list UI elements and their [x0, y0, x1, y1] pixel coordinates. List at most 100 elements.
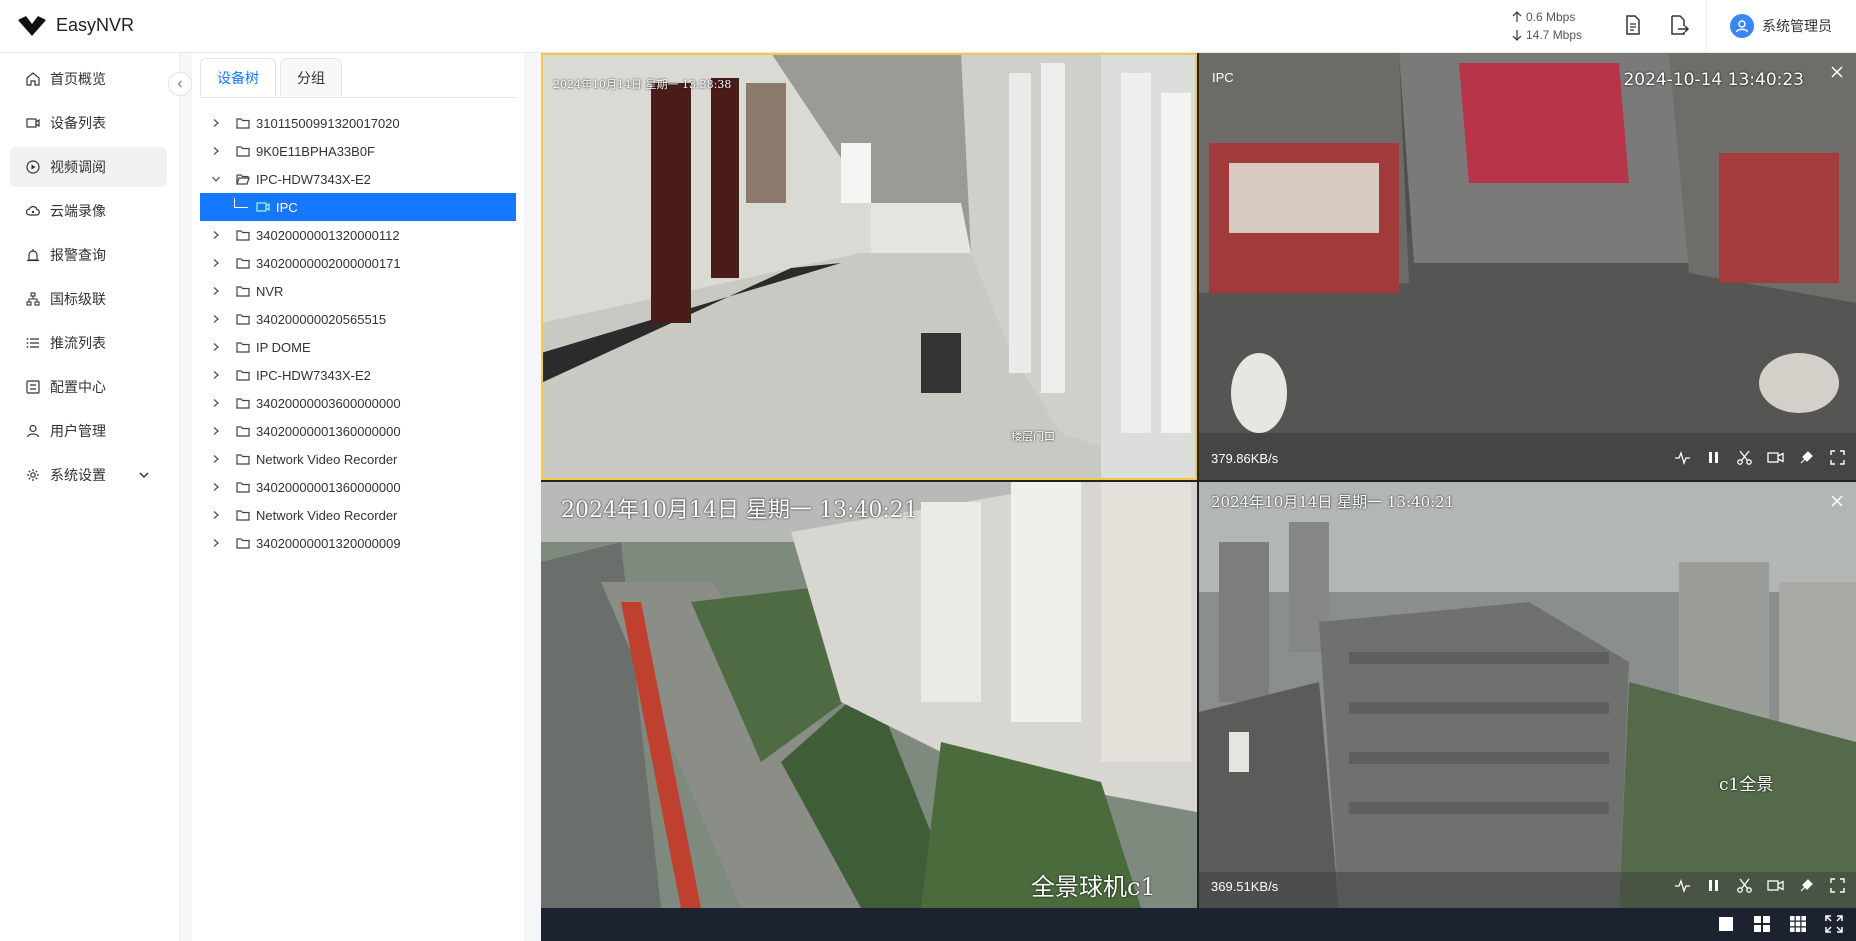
sidebar-item-label: 用户管理 [50, 423, 106, 439]
tree-node-label: NVR [256, 283, 284, 299]
tree-node-label: IPC-HDW7343X-E2 [256, 171, 371, 187]
alarm-icon [27, 249, 39, 262]
chevron-right-icon[interactable] [204, 482, 228, 492]
tree-node[interactable]: 34020000001320000112 [200, 221, 516, 249]
chevron-right-icon[interactable] [204, 314, 228, 324]
tree-node[interactable]: 340200000020565515 [200, 305, 516, 333]
chevron-right-icon[interactable] [204, 118, 228, 128]
video-frame-street [541, 482, 1197, 908]
chevron-right-icon[interactable] [204, 426, 228, 436]
folder-icon [236, 146, 250, 157]
ptz-icon[interactable] [1798, 449, 1815, 466]
document-icon[interactable] [1622, 14, 1644, 36]
folder-icon [236, 314, 250, 325]
record-video-icon[interactable] [1767, 449, 1784, 466]
device-tree-panel: 设备树 分组 31011500991320017020 9K0E11BPHA33… [192, 53, 524, 941]
chevron-right-icon[interactable] [204, 342, 228, 352]
chevron-right-icon[interactable] [204, 538, 228, 548]
tree-node-expanded[interactable]: IPC-HDW7343X-E2 [200, 165, 516, 193]
video-cell-2[interactable]: IPC 2024-10-14 13:40:23 379.86KB/s [1199, 53, 1856, 480]
upload-arrow-icon [1512, 11, 1522, 22]
chevron-right-icon[interactable] [204, 146, 228, 156]
home-icon [26, 72, 40, 86]
video-cell-4[interactable]: 2024年10月14日 星期一 13:40:21 c1全景 369.51KB/s [1199, 482, 1856, 908]
sidebar-item-home[interactable]: 首页概览 [10, 59, 167, 99]
export-file-icon[interactable] [1668, 14, 1690, 36]
audio-wave-icon[interactable] [1674, 877, 1691, 894]
ptz-icon[interactable] [1798, 877, 1815, 894]
tab-device-tree[interactable]: 设备树 [200, 58, 276, 96]
layout-toolbar [541, 908, 1856, 941]
avatar [1730, 14, 1754, 38]
download-rate: 14.7 Mbps [1526, 28, 1583, 42]
sidebar-item-label: 报警查询 [50, 247, 106, 263]
close-icon[interactable] [1830, 494, 1844, 508]
audio-wave-icon[interactable] [1674, 449, 1691, 466]
tree-node[interactable]: 34020000001360000000 [200, 417, 516, 445]
layout-nine-icon[interactable] [1788, 914, 1808, 934]
osd-timestamp: 2024年10月14日 星期一 13:40:21 [1211, 493, 1455, 511]
chevron-right-icon[interactable] [204, 258, 228, 268]
folder-icon [236, 342, 250, 353]
pause-icon[interactable] [1705, 877, 1722, 894]
tree-node[interactable]: 34020000003600000000 [200, 389, 516, 417]
tree-node[interactable]: NVR [200, 277, 516, 305]
scissors-icon[interactable] [1736, 877, 1753, 894]
pause-icon[interactable] [1705, 449, 1722, 466]
sidebar-item-settings[interactable]: 系统设置 [10, 455, 167, 495]
video-frame-city [1199, 482, 1856, 908]
close-icon[interactable] [1830, 65, 1844, 79]
tree-node[interactable]: 34020000001360000000 [200, 473, 516, 501]
device-tree: 31011500991320017020 9K0E11BPHA33B0F IPC… [200, 109, 516, 557]
sidebar-item-config[interactable]: 配置中心 [10, 367, 167, 407]
chevron-right-icon[interactable] [204, 370, 228, 380]
tree-node[interactable]: Network Video Recorder [200, 501, 516, 529]
chevron-right-icon[interactable] [204, 398, 228, 408]
folder-icon [236, 258, 250, 269]
chevron-right-icon[interactable] [204, 510, 228, 520]
tree-node[interactable]: 9K0E11BPHA33B0F [200, 137, 516, 165]
scissors-icon[interactable] [1736, 449, 1753, 466]
list-icon [26, 338, 39, 348]
tree-node[interactable]: 34020000002000000171 [200, 249, 516, 277]
folder-icon [236, 370, 250, 381]
chevron-right-icon[interactable] [204, 230, 228, 240]
tree-node-label: IPC-HDW7343X-E2 [256, 367, 371, 383]
fullscreen-icon[interactable] [1824, 914, 1844, 934]
tree-node-label: 34020000001360000000 [256, 423, 401, 439]
tree-node[interactable]: 31011500991320017020 [200, 109, 516, 137]
chevron-right-icon[interactable] [204, 286, 228, 296]
sidebar-item-cascade[interactable]: 国标级联 [10, 279, 167, 319]
chevron-right-icon[interactable] [204, 454, 228, 464]
tree-node[interactable]: Network Video Recorder [200, 445, 516, 473]
layout-four-icon[interactable] [1752, 914, 1772, 934]
chevron-down-icon [139, 472, 149, 479]
video-controls [1674, 877, 1846, 894]
tree-node[interactable]: 34020000001320000009 [200, 529, 516, 557]
fullscreen-icon[interactable] [1829, 877, 1846, 894]
layout-single-icon[interactable] [1716, 914, 1736, 934]
sidebar: 首页概览 设备列表 视频调阅 云端录像 报警查询 国标级联 推流列表 配置中心 … [0, 53, 180, 941]
camera-icon [26, 118, 40, 128]
folder-icon [236, 510, 250, 521]
sidebar-item-label: 系统设置 [50, 467, 106, 483]
sidebar-item-push-list[interactable]: 推流列表 [10, 323, 167, 363]
record-video-icon[interactable] [1767, 877, 1784, 894]
video-cell-1[interactable]: 2024年10月14日 星期一 13:38:38 楼层门口 [541, 53, 1197, 480]
tree-node-selected[interactable]: IPC [200, 193, 516, 221]
camera-icon [256, 202, 270, 212]
easynvr-logo [18, 16, 46, 36]
tab-group[interactable]: 分组 [280, 58, 342, 96]
video-cell-3[interactable]: 2024年10月14日 星期一 13:40:21 全景球机c1 [541, 482, 1197, 908]
sidebar-item-users[interactable]: 用户管理 [10, 411, 167, 451]
sidebar-item-video[interactable]: 视频调阅 [10, 147, 167, 187]
tree-node[interactable]: IP DOME [200, 333, 516, 361]
user-menu[interactable]: 系统管理员 [1730, 14, 1832, 38]
sidebar-item-devices[interactable]: 设备列表 [10, 103, 167, 143]
tree-node[interactable]: IPC-HDW7343X-E2 [200, 361, 516, 389]
sidebar-item-alarm[interactable]: 报警查询 [10, 235, 167, 275]
chevron-down-icon[interactable] [204, 174, 228, 184]
fullscreen-icon[interactable] [1829, 449, 1846, 466]
sidebar-item-cloud-record[interactable]: 云端录像 [10, 191, 167, 231]
collapse-sidebar-button[interactable] [168, 72, 192, 96]
